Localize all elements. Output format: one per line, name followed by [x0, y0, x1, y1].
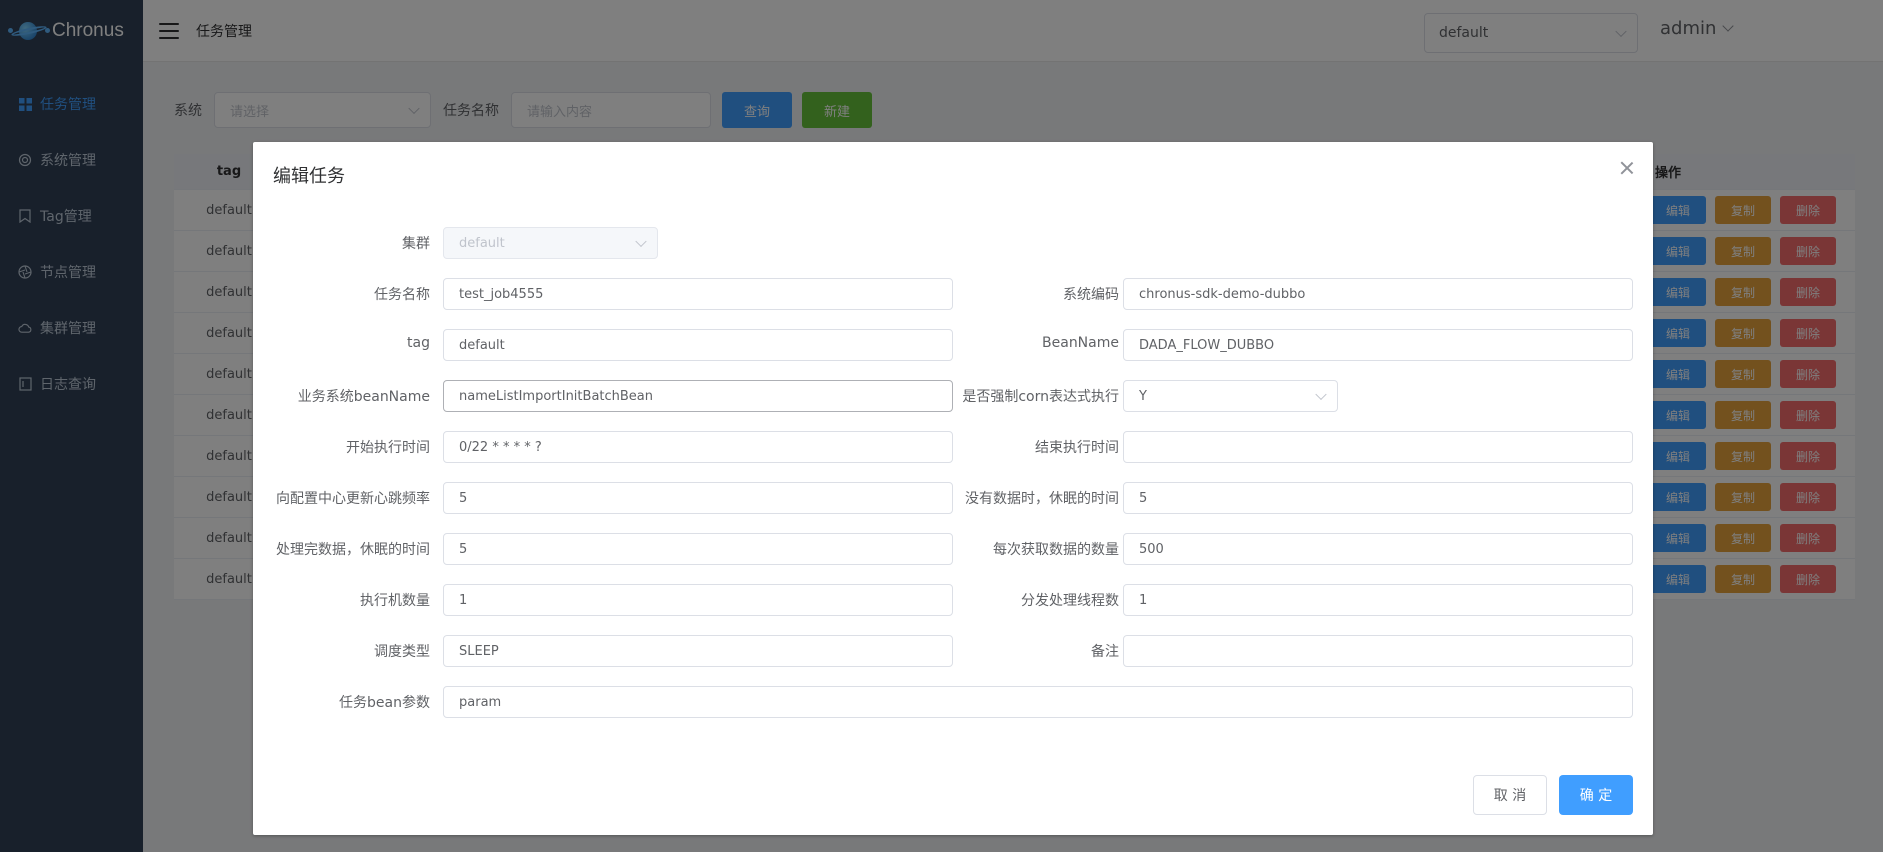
done-sleep-label: 处理完数据，休眠的时间 — [276, 542, 430, 558]
no-data-sleep-field[interactable]: 5 — [1123, 482, 1633, 514]
tag-value: default — [459, 337, 505, 353]
tag-label: tag — [407, 335, 430, 351]
remark-field[interactable] — [1123, 635, 1633, 667]
done-sleep-field[interactable]: 5 — [443, 533, 953, 565]
executor-count-field[interactable]: 1 — [443, 584, 953, 616]
heartbeat-field[interactable]: 5 — [443, 482, 953, 514]
dispatch-threads-field[interactable]: 1 — [1123, 584, 1633, 616]
schedule-type-value: SLEEP — [459, 643, 499, 659]
heartbeat-value: 5 — [459, 490, 468, 506]
executor-count-label: 执行机数量 — [360, 593, 430, 609]
force-cron-value: Y — [1139, 388, 1147, 404]
no-data-sleep-value: 5 — [1139, 490, 1148, 506]
done-sleep-value: 5 — [459, 541, 468, 557]
dialog-footer: 取 消 确 定 — [1473, 775, 1633, 815]
cluster-select: default — [443, 227, 658, 259]
bean-param-value: param — [459, 694, 502, 710]
close-icon[interactable] — [1619, 160, 1635, 176]
edit-task-dialog: 编辑任务 集群 default 任务名称 test_job4555 系统编码 c… — [253, 142, 1653, 835]
biz-bean-name-value: nameListImportInitBatchBean — [459, 388, 654, 404]
chevron-down-icon — [635, 235, 647, 248]
cluster-label: 集群 — [402, 236, 430, 252]
task-name-label: 任务名称 — [374, 287, 430, 303]
cancel-button[interactable]: 取 消 — [1473, 775, 1547, 815]
heartbeat-label: 向配置中心更新心跳频率 — [276, 491, 430, 507]
fetch-count-field[interactable]: 500 — [1123, 533, 1633, 565]
schedule-type-label: 调度类型 — [374, 644, 430, 660]
no-data-sleep-label: 没有数据时，休眠的时间 — [965, 491, 1119, 507]
system-code-value: chronus-sdk-demo-dubbo — [1139, 286, 1306, 302]
start-time-label: 开始执行时间 — [346, 440, 430, 456]
cluster-value: default — [459, 235, 505, 251]
bean-name-value: DADA_FLOW_DUBBO — [1139, 337, 1275, 353]
tag-field[interactable]: default — [443, 329, 953, 361]
bean-name-field[interactable]: DADA_FLOW_DUBBO — [1123, 329, 1633, 361]
end-time-label: 结束执行时间 — [1035, 440, 1119, 456]
start-time-field[interactable]: 0/22 * * * * ? — [443, 431, 953, 463]
schedule-type-field[interactable]: SLEEP — [443, 635, 953, 667]
dispatch-threads-label: 分发处理线程数 — [1021, 593, 1119, 609]
system-code-field[interactable]: chronus-sdk-demo-dubbo — [1123, 278, 1633, 310]
force-cron-select[interactable]: Y — [1123, 380, 1338, 412]
biz-bean-name-field[interactable]: nameListImportInitBatchBean — [443, 380, 953, 412]
system-code-label: 系统编码 — [1063, 287, 1119, 303]
executor-count-value: 1 — [459, 592, 468, 608]
start-time-value: 0/22 * * * * ? — [459, 439, 542, 455]
task-name-field[interactable]: test_job4555 — [443, 278, 953, 310]
chevron-down-icon — [1315, 388, 1327, 401]
force-cron-label: 是否强制corn表达式执行 — [962, 389, 1119, 405]
fetch-count-value: 500 — [1139, 541, 1164, 557]
bean-param-field[interactable]: param — [443, 686, 1633, 718]
dialog-title: 编辑任务 — [273, 166, 345, 187]
biz-bean-name-label: 业务系统beanName — [297, 389, 430, 405]
task-name-value: test_job4555 — [459, 286, 544, 302]
dispatch-threads-value: 1 — [1139, 592, 1148, 608]
confirm-button[interactable]: 确 定 — [1559, 775, 1633, 815]
fetch-count-label: 每次获取数据的数量 — [993, 542, 1119, 558]
bean-name-label: BeanName — [1042, 335, 1119, 351]
remark-label: 备注 — [1091, 644, 1119, 660]
bean-param-label: 任务bean参数 — [339, 695, 430, 711]
end-time-field[interactable] — [1123, 431, 1633, 463]
